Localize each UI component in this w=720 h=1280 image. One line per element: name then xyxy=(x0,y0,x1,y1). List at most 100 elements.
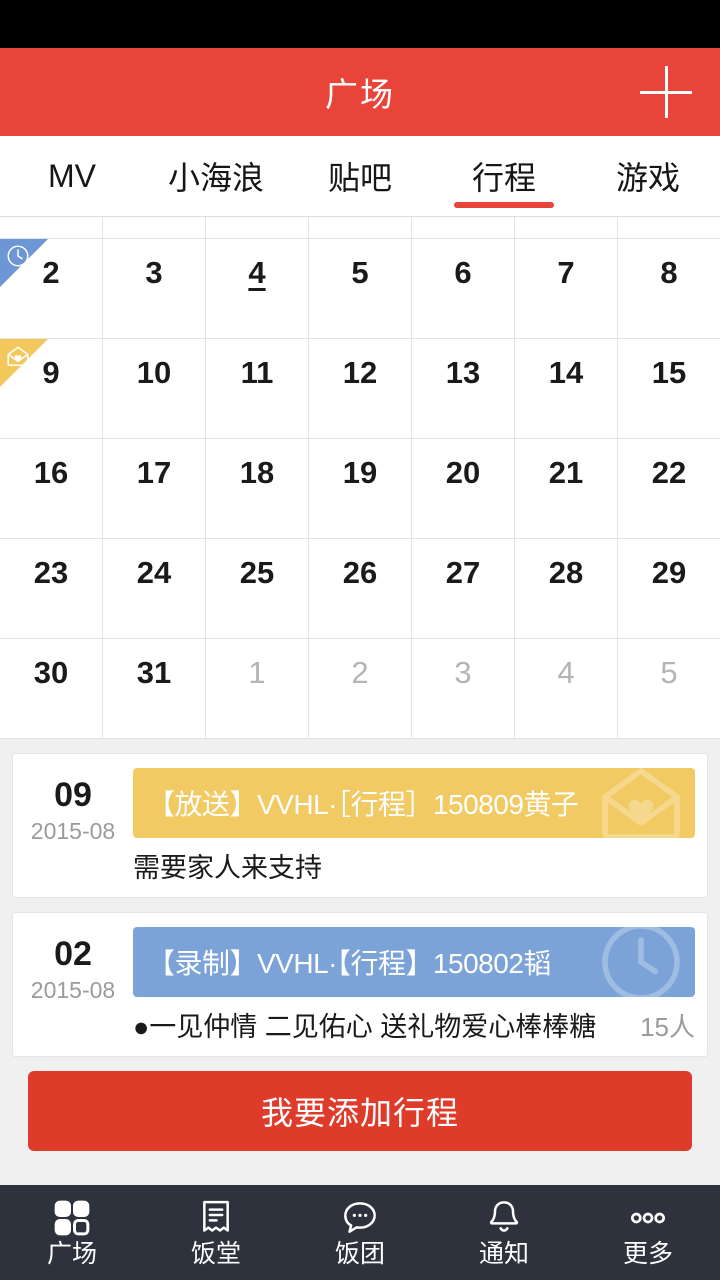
calendar-day-cell[interactable]: 25 xyxy=(206,539,309,639)
tab-2[interactable]: 贴吧 xyxy=(288,136,432,216)
calendar-day-cell[interactable]: 2 xyxy=(309,639,412,739)
tab-3[interactable]: 行程 xyxy=(432,136,576,216)
calendar-day-number: 5 xyxy=(351,255,369,290)
calendar-grid: 2 3 4 5 6 7 8 9 10 11 12 13 14 15 16 17 18 19 20 21 22 23 24 25… xyxy=(0,216,720,739)
nav-item-0[interactable]: 广场 xyxy=(0,1198,144,1267)
event-banner[interactable]: 【放送】VVHL·［行程］150809黄子 xyxy=(133,768,695,838)
nav-item-label: 通知 xyxy=(478,1240,529,1268)
event-banner[interactable]: 【录制】VVHL·【行程】150802韬 xyxy=(133,927,695,997)
calendar-day-cell[interactable]: 24 xyxy=(103,539,206,639)
calendar-day-number: 17 xyxy=(136,455,172,490)
envelope-heart-icon xyxy=(593,768,689,838)
nav-item-label: 广场 xyxy=(46,1240,97,1268)
event-body: 【放送】VVHL·［行程］150809黄子需要家人来支持 xyxy=(133,768,695,885)
calendar-day-cell[interactable] xyxy=(103,217,206,239)
calendar-day-cell[interactable]: 31 xyxy=(103,639,206,739)
add-schedule-wrap: 我要添加行程 xyxy=(0,1071,720,1151)
event-month: 2015-08 xyxy=(30,817,116,844)
bottom-navigation: 广场 饭堂 饭团 通知 更多 xyxy=(0,1185,720,1280)
calendar-day-number: 3 xyxy=(145,255,163,290)
calendar-day-number: 13 xyxy=(445,355,481,390)
calendar-day-number: 4 xyxy=(248,255,266,290)
calendar-day-number: 10 xyxy=(136,355,172,390)
calendar-day-cell[interactable] xyxy=(206,217,309,239)
add-schedule-button[interactable]: 我要添加行程 xyxy=(28,1071,692,1151)
calendar-day-cell[interactable]: 13 xyxy=(412,339,515,439)
calendar-week-row: 16 17 18 19 20 21 22 xyxy=(0,439,720,539)
calendar-day-cell[interactable]: 18 xyxy=(206,439,309,539)
calendar-day-cell[interactable] xyxy=(515,217,618,239)
calendar-day-number: 28 xyxy=(548,555,584,590)
calendar-day-cell[interactable]: 1 xyxy=(206,639,309,739)
calendar-day-cell[interactable]: 23 xyxy=(0,539,103,639)
calendar-day-cell[interactable]: 2 xyxy=(0,239,103,339)
calendar-week-row xyxy=(0,217,720,239)
calendar-day-cell[interactable]: 12 xyxy=(309,339,412,439)
calendar-day-cell[interactable]: 5 xyxy=(309,239,412,339)
nav-item-3[interactable]: 通知 xyxy=(432,1198,576,1267)
event-title: 【录制】VVHL·【行程】150802韬 xyxy=(147,948,551,979)
calendar-day-cell[interactable] xyxy=(412,217,515,239)
calendar-day-cell[interactable]: 19 xyxy=(309,439,412,539)
calendar-day-number: 7 xyxy=(557,255,575,290)
tab-0[interactable]: MV xyxy=(0,136,144,216)
calendar-day-cell[interactable]: 22 xyxy=(618,439,720,539)
calendar-day-cell[interactable]: 16 xyxy=(0,439,103,539)
calendar-day-cell[interactable]: 6 xyxy=(412,239,515,339)
calendar-day-cell[interactable]: 28 xyxy=(515,539,618,639)
calendar-day-number: 3 xyxy=(454,655,472,690)
calendar-day-cell[interactable]: 3 xyxy=(103,239,206,339)
calendar-day-cell[interactable]: 15 xyxy=(618,339,720,439)
event-card[interactable]: 02 2015-08 【录制】VVHL·【行程】150802韬 ●一见仲情 二见佑心 … xyxy=(12,912,708,1057)
calendar-day-cell[interactable]: 30 xyxy=(0,639,103,739)
status-bar xyxy=(0,0,720,48)
calendar-day-cell[interactable]: 26 xyxy=(309,539,412,639)
nav-item-1[interactable]: 饭堂 xyxy=(144,1198,288,1267)
calendar-week-row: 30 31 1 2 3 4 5 xyxy=(0,639,720,739)
calendar-day-number: 21 xyxy=(548,455,584,490)
content-scroll-area[interactable]: 2 3 4 5 6 7 8 9 10 11 12 13 14 15 16 17 18 19 20 21 22 23 24 25… xyxy=(0,216,720,1185)
event-card[interactable]: 09 2015-08 【放送】VVHL·［行程］150809黄子需要家人来支持 xyxy=(12,753,708,898)
calendar-day-cell[interactable]: 4 xyxy=(515,639,618,739)
tab-label: 小海浪 xyxy=(167,160,264,196)
calendar-day-cell[interactable]: 3 xyxy=(412,639,515,739)
event-month: 2015-08 xyxy=(30,976,116,1003)
tab-label: 游戏 xyxy=(615,160,680,196)
calendar-day-cell[interactable]: 5 xyxy=(618,639,720,739)
event-list: 09 2015-08 【放送】VVHL·［行程］150809黄子 需要家人来支持 02 2… xyxy=(0,739,720,1057)
envelope-heart-icon xyxy=(5,343,31,369)
event-title: 【放送】VVHL·［行程］150809黄子 xyxy=(147,789,579,820)
calendar-day-cell[interactable]: 14 xyxy=(515,339,618,439)
calendar-day-number: 12 xyxy=(342,355,378,390)
calendar-day-cell[interactable]: 29 xyxy=(618,539,720,639)
tab-4[interactable]: 游戏 xyxy=(576,136,720,216)
calendar-day-cell[interactable]: 7 xyxy=(515,239,618,339)
calendar-day-cell[interactable] xyxy=(0,217,103,239)
plus-icon[interactable] xyxy=(640,66,692,118)
tab-1[interactable]: 小海浪 xyxy=(144,136,288,216)
calendar-day-number: 29 xyxy=(651,555,687,590)
calendar-day-cell[interactable]: 21 xyxy=(515,439,618,539)
calendar-day-cell[interactable]: 27 xyxy=(412,539,515,639)
calendar-day-cell[interactable] xyxy=(309,217,412,239)
calendar-day-number: 4 xyxy=(557,655,575,690)
calendar-day-cell[interactable]: 17 xyxy=(103,439,206,539)
calendar-day-number: 16 xyxy=(33,455,69,490)
event-description: 需要家人来支持 xyxy=(133,853,322,883)
tab-label: 行程 xyxy=(471,160,536,196)
event-day: 09 xyxy=(54,776,92,814)
calendar-day-cell[interactable] xyxy=(618,217,720,239)
calendar-day-cell[interactable]: 8 xyxy=(618,239,720,339)
calendar-day-cell[interactable]: 10 xyxy=(103,339,206,439)
calendar-day-cell[interactable]: 9 xyxy=(0,339,103,439)
calendar-day-number: 24 xyxy=(136,555,172,590)
receipt-icon xyxy=(196,1198,236,1238)
calendar-day-number: 18 xyxy=(239,455,275,490)
calendar-day-number: 15 xyxy=(651,355,687,390)
nav-item-4[interactable]: 更多 xyxy=(576,1198,720,1267)
nav-item-2[interactable]: 饭团 xyxy=(288,1198,432,1267)
add-schedule-label: 我要添加行程 xyxy=(260,1095,459,1131)
calendar-day-cell[interactable]: 11 xyxy=(206,339,309,439)
calendar-day-cell[interactable]: 20 xyxy=(412,439,515,539)
calendar-day-cell[interactable]: 4 xyxy=(206,239,309,339)
